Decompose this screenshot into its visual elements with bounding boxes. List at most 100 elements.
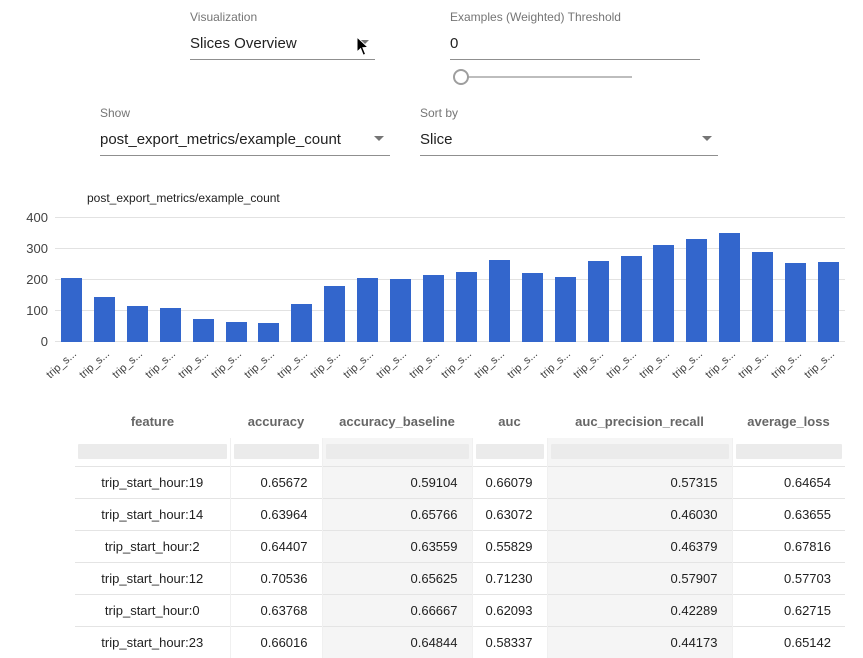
bar[interactable] <box>818 262 839 342</box>
bar[interactable] <box>291 304 312 342</box>
bar[interactable] <box>522 273 543 342</box>
bar-chart: 0100200300400 trip_s...trip_s...trip_s..… <box>0 210 863 395</box>
bar[interactable] <box>588 261 609 342</box>
show-label: Show <box>100 106 390 120</box>
slider-knob[interactable] <box>453 69 469 85</box>
column-header-accuracy[interactable]: accuracy <box>230 405 322 438</box>
table-body: trip_start_hour:190.656720.591040.660790… <box>75 467 845 658</box>
metric-cell: 0.62093 <box>472 595 547 627</box>
filter-cell <box>75 438 230 467</box>
bar[interactable] <box>752 252 773 342</box>
visualization-value: Slices Overview <box>190 35 297 52</box>
visualization-control: Visualization Slices Overview <box>190 10 375 60</box>
plot-area <box>55 218 845 342</box>
bar[interactable] <box>456 272 477 342</box>
column-header-feature[interactable]: feature <box>75 405 230 438</box>
metric-cell: 0.65672 <box>230 467 322 499</box>
feature-cell: trip_start_hour:23 <box>75 627 230 658</box>
bar[interactable] <box>423 275 444 342</box>
metric-cell: 0.59104 <box>322 467 472 499</box>
bar[interactable] <box>357 278 378 342</box>
metric-cell: 0.64654 <box>732 467 845 499</box>
metric-cell: 0.70536 <box>230 563 322 595</box>
bar[interactable] <box>390 279 411 342</box>
bar[interactable] <box>719 233 740 342</box>
column-header-auc_precision_recall[interactable]: auc_precision_recall <box>547 405 732 438</box>
chart-legend: post_export_metrics/example_count <box>63 191 280 205</box>
y-tick-label: 200 <box>26 273 48 287</box>
metric-cell: 0.65766 <box>322 499 472 531</box>
metric-cell: 0.46030 <box>547 499 732 531</box>
metric-cell: 0.55829 <box>472 531 547 563</box>
threshold-input[interactable]: 0 <box>450 31 700 60</box>
bar[interactable] <box>193 319 214 342</box>
threshold-slider[interactable] <box>455 76 632 78</box>
visualization-label: Visualization <box>190 10 375 24</box>
bar[interactable] <box>61 278 82 342</box>
table-row[interactable]: trip_start_hour:230.660160.648440.583370… <box>75 627 845 658</box>
legend-label: post_export_metrics/example_count <box>87 191 280 205</box>
table-filter-row <box>75 438 845 467</box>
show-dropdown[interactable]: post_export_metrics/example_count <box>100 127 390 156</box>
metric-cell: 0.63964 <box>230 499 322 531</box>
filter-cell <box>322 438 472 467</box>
bar[interactable] <box>324 286 345 342</box>
y-tick-label: 400 <box>26 211 48 225</box>
table-row[interactable]: trip_start_hour:20.644070.635590.558290.… <box>75 531 845 563</box>
metric-cell: 0.66016 <box>230 627 322 658</box>
show-value: post_export_metrics/example_count <box>100 131 341 148</box>
filter-cell <box>732 438 845 467</box>
column-filter-input[interactable] <box>551 444 729 459</box>
bar[interactable] <box>226 322 247 342</box>
bar[interactable] <box>127 306 148 342</box>
bar[interactable] <box>653 245 674 342</box>
legend-swatch-icon <box>63 193 79 204</box>
filter-cell <box>230 438 322 467</box>
metric-cell: 0.63655 <box>732 499 845 531</box>
chevron-down-icon[interactable] <box>702 136 712 141</box>
visualization-dropdown[interactable]: Slices Overview <box>190 31 375 60</box>
bar[interactable] <box>489 260 510 342</box>
bar[interactable] <box>621 256 642 342</box>
sortby-value: Slice <box>420 131 453 148</box>
metric-cell: 0.58337 <box>472 627 547 658</box>
bar[interactable] <box>258 323 279 342</box>
y-tick-label: 300 <box>26 242 48 256</box>
feature-cell: trip_start_hour:19 <box>75 467 230 499</box>
table-row[interactable]: trip_start_hour:190.656720.591040.660790… <box>75 467 845 499</box>
bar[interactable] <box>94 297 115 342</box>
metric-cell: 0.71230 <box>472 563 547 595</box>
bar[interactable] <box>555 277 576 342</box>
column-filter-input[interactable] <box>78 444 227 459</box>
bar[interactable] <box>686 239 707 342</box>
table-row[interactable]: trip_start_hour:140.639640.657660.630720… <box>75 499 845 531</box>
chevron-down-icon[interactable] <box>374 136 384 141</box>
column-filter-input[interactable] <box>736 444 843 459</box>
table-row[interactable]: trip_start_hour:00.637680.666670.620930.… <box>75 595 845 627</box>
filter-cell <box>547 438 732 467</box>
metric-cell: 0.63768 <box>230 595 322 627</box>
metric-cell: 0.63559 <box>322 531 472 563</box>
column-filter-input[interactable] <box>234 444 319 459</box>
feature-cell: trip_start_hour:12 <box>75 563 230 595</box>
mouse-cursor-icon <box>356 36 370 57</box>
column-filter-input[interactable] <box>326 444 469 459</box>
sortby-label: Sort by <box>420 106 718 120</box>
sortby-dropdown[interactable]: Slice <box>420 127 718 156</box>
feature-cell: trip_start_hour:2 <box>75 531 230 563</box>
table-row[interactable]: trip_start_hour:120.705360.656250.712300… <box>75 563 845 595</box>
gridline <box>55 217 845 218</box>
table-header-row: featureaccuracyaccuracy_baselineaucauc_p… <box>75 405 845 438</box>
column-header-average_loss[interactable]: average_loss <box>732 405 845 438</box>
column-filter-input[interactable] <box>476 444 544 459</box>
threshold-control: Examples (Weighted) Threshold 0 <box>450 10 700 60</box>
threshold-label: Examples (Weighted) Threshold <box>450 10 700 24</box>
feature-cell: trip_start_hour:14 <box>75 499 230 531</box>
column-header-auc[interactable]: auc <box>472 405 547 438</box>
bar[interactable] <box>160 308 181 342</box>
metric-cell: 0.66667 <box>322 595 472 627</box>
metrics-table: featureaccuracyaccuracy_baselineaucauc_p… <box>75 405 845 658</box>
column-header-accuracy_baseline[interactable]: accuracy_baseline <box>322 405 472 438</box>
bar[interactable] <box>785 263 806 342</box>
metric-cell: 0.57907 <box>547 563 732 595</box>
